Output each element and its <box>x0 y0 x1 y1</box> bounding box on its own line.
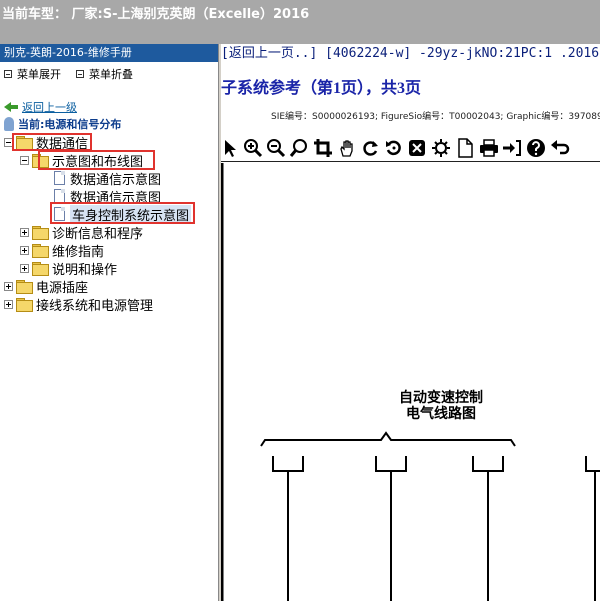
document-icon <box>54 207 65 221</box>
back-link-row: 返回上一级 <box>4 100 77 114</box>
tree-item-label: 说明和操作 <box>52 262 118 278</box>
pan-hand-icon[interactable] <box>337 138 357 158</box>
folder-icon <box>32 226 49 240</box>
export-icon[interactable] <box>502 138 522 158</box>
rotate-icon[interactable] <box>361 138 381 158</box>
tree-item-diagnostics[interactable]: 诊断信息和程序 <box>20 223 144 242</box>
sidebar: 别克-英朗-2016-维修手册 菜单展开 菜单折叠 返回上一级 当前:电源和信号… <box>0 44 218 601</box>
folder-icon <box>16 298 33 312</box>
manual-title: 别克-英朗-2016-维修手册 <box>0 44 218 62</box>
collapse-menu-button[interactable]: 菜单折叠 <box>76 66 133 82</box>
back-link[interactable]: 返回上一级 <box>22 99 77 115</box>
sie-info: SIE编号：S0000026193; FigureSio编号：T00002043… <box>271 112 600 122</box>
tree-item-power-outlet[interactable]: 电源插座 <box>4 277 89 296</box>
tree-item-schematics[interactable]: 示意图和布线图 <box>20 151 144 170</box>
current-location: 当前:电源和信号分布 <box>4 116 121 132</box>
help-icon[interactable] <box>526 138 546 158</box>
wiring-diagram <box>221 163 600 601</box>
collapse-toggle-icon[interactable] <box>20 155 29 165</box>
title-bar: 当前车型： 厂家:S-上海别克英朗（Excelle）2016 <box>0 0 600 44</box>
expand-icon <box>4 70 12 78</box>
expand-toggle-icon[interactable] <box>4 281 13 291</box>
expand-toggle-icon[interactable] <box>20 245 29 255</box>
folder-icon <box>32 244 49 258</box>
crop-icon[interactable] <box>313 138 333 158</box>
tree-item-doc[interactable]: 数据通信示意图 <box>54 187 162 206</box>
print-icon[interactable] <box>479 138 499 158</box>
pointer-icon[interactable] <box>221 138 241 158</box>
zoom-in-icon[interactable] <box>243 138 263 158</box>
diagram-label-line1: 自动变速控制 <box>399 390 483 406</box>
diagram-label-line2: 电气线路图 <box>406 406 476 422</box>
tree-item-body-control-schematic[interactable]: 车身控制系统示意图 <box>54 204 192 224</box>
expand-toggle-icon[interactable] <box>20 263 29 273</box>
tree-item-data-communication[interactable]: 数据通信 <box>4 133 89 152</box>
window-title: 当前车型： 厂家:S-上海别克英朗（Excelle）2016 <box>2 7 310 22</box>
tree-item-label: 车身控制系统示意图 <box>70 204 192 224</box>
tree-item-label: 电源插座 <box>36 280 89 296</box>
expand-menu-label: 菜单展开 <box>17 68 61 81</box>
tree-item-label: 诊断信息和程序 <box>52 226 144 242</box>
tree-item-label: 接线系统和电源管理 <box>36 298 154 314</box>
zoom-out-icon[interactable] <box>266 138 286 158</box>
tree-item-repair-guide[interactable]: 维修指南 <box>20 241 105 260</box>
current-location-label: 当前:电源和信号分布 <box>18 118 122 131</box>
expand-toggle-icon[interactable] <box>20 227 29 237</box>
expand-menu-button[interactable]: 菜单展开 <box>4 66 61 82</box>
tree-item-descriptions[interactable]: 说明和操作 <box>20 259 118 278</box>
tree-item-doc[interactable]: 数据通信示意图 <box>54 169 162 188</box>
document-icon <box>54 189 65 203</box>
collapse-icon <box>76 70 84 78</box>
document-icon <box>54 171 65 185</box>
folder-icon <box>32 154 49 168</box>
folder-icon <box>16 136 33 150</box>
tree-item-label: 数据通信 <box>36 136 89 152</box>
tree-item-label: 数据通信示意图 <box>70 190 162 206</box>
tree-item-label: 数据通信示意图 <box>70 172 162 188</box>
diagram-canvas[interactable]: 自动变速控制 电气线路图 <box>221 163 600 601</box>
search-icon[interactable] <box>289 138 309 158</box>
document-pane: [返回上一页..] [4062224-w] -29yz-jkNO:21PC:1 … <box>221 44 600 601</box>
back-arrow-icon <box>4 102 18 112</box>
tree-item-label: 示意图和布线图 <box>52 154 144 170</box>
location-icon <box>4 117 14 131</box>
refresh-icon[interactable] <box>384 138 404 158</box>
expand-toggle-icon[interactable] <box>4 299 13 309</box>
folder-icon <box>32 262 49 276</box>
diagram-label: 自动变速控制 电气线路图 <box>371 390 511 422</box>
viewer-toolbar <box>221 134 600 162</box>
tree-item-label: 维修指南 <box>52 244 105 260</box>
back-page-link[interactable]: [返回上一页..] <box>221 46 317 61</box>
undo-icon[interactable] <box>550 138 570 158</box>
collapse-toggle-icon[interactable] <box>4 137 13 147</box>
document-id: [4062224-w] -29yz-jkNO:21PC:1 .20165355 <box>317 46 600 61</box>
settings-icon[interactable] <box>431 138 451 158</box>
folder-icon <box>16 280 33 294</box>
page-icon[interactable] <box>455 138 475 158</box>
subsystem-title: 子系统参考（第1页），共3页 <box>221 80 422 97</box>
fit-icon[interactable] <box>407 138 427 158</box>
tree-item-wiring-power[interactable]: 接线系统和电源管理 <box>4 295 154 314</box>
document-header: [返回上一页..] [4062224-w] -29yz-jkNO:21PC:1 … <box>221 44 600 64</box>
collapse-menu-label: 菜单折叠 <box>89 68 133 81</box>
